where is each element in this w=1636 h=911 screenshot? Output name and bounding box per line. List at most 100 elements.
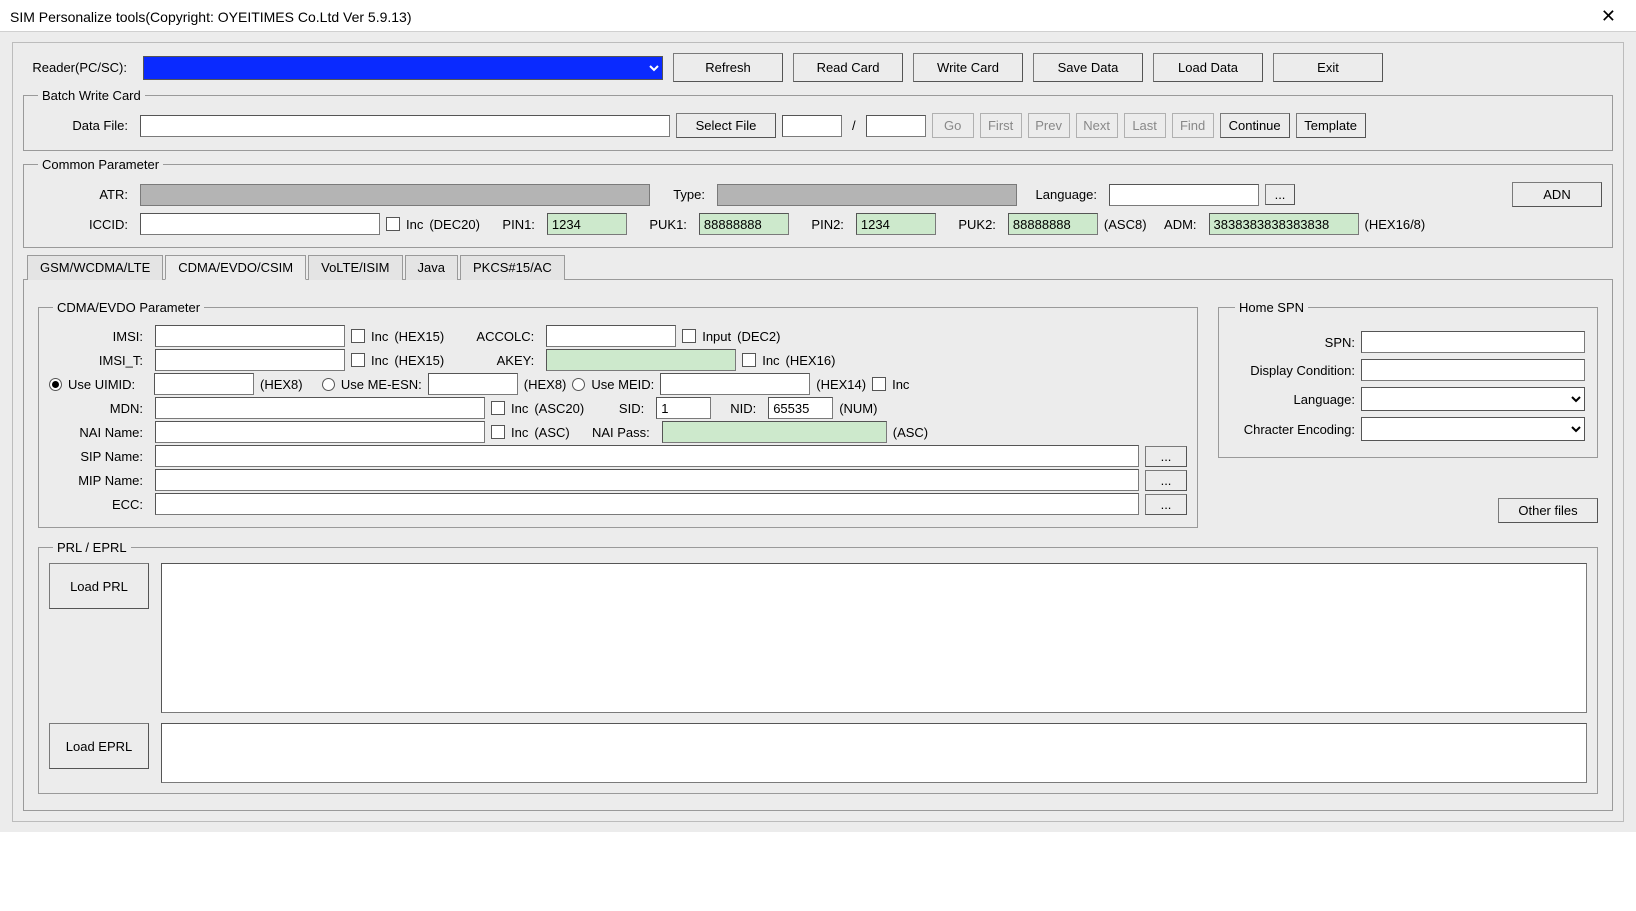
go-button[interactable]: Go <box>932 113 974 138</box>
batch-slash: / <box>848 118 860 133</box>
imsi-inc-label: Inc <box>371 329 388 344</box>
exit-button[interactable]: Exit <box>1273 53 1383 82</box>
refresh-button[interactable]: Refresh <box>673 53 783 82</box>
imsi-t-input[interactable] <box>155 349 345 371</box>
puk1-input[interactable] <box>699 213 789 235</box>
adm-input[interactable] <box>1209 213 1359 235</box>
nai-inc-checkbox[interactable] <box>491 425 505 439</box>
tab-gsm[interactable]: GSM/WCDMA/LTE <box>27 255 163 280</box>
read-card-button[interactable]: Read Card <box>793 53 903 82</box>
sip-name-input[interactable] <box>155 445 1139 467</box>
nid-input[interactable] <box>768 397 833 419</box>
batch-total-input[interactable] <box>866 115 926 137</box>
language-browse-button[interactable]: ... <box>1265 184 1295 205</box>
nai-pass-label: NAI Pass: <box>576 425 656 440</box>
close-icon[interactable]: ✕ <box>1591 6 1626 27</box>
imsi-t-label: IMSI_T: <box>49 353 149 368</box>
imsi-t-inc-checkbox[interactable] <box>351 353 365 367</box>
home-language-select[interactable] <box>1361 387 1585 411</box>
hex168-hint: (HEX16/8) <box>1365 217 1426 232</box>
adn-button[interactable]: ADN <box>1512 182 1602 207</box>
display-cond-input[interactable] <box>1361 359 1585 381</box>
sip-name-label: SIP Name: <box>49 449 149 464</box>
use-uimid-radio[interactable] <box>49 378 62 391</box>
batch-legend: Batch Write Card <box>38 88 145 103</box>
akey-label: AKEY: <box>450 353 540 368</box>
nai-pass-input[interactable] <box>662 421 887 443</box>
puk2-input[interactable] <box>1008 213 1098 235</box>
mip-name-label: MIP Name: <box>49 473 149 488</box>
akey-input[interactable] <box>546 349 736 371</box>
load-eprl-button[interactable]: Load EPRL <box>49 723 149 769</box>
ecc-input[interactable] <box>155 493 1139 515</box>
data-file-input[interactable] <box>140 115 670 137</box>
use-meid-radio[interactable] <box>572 378 585 391</box>
adm-label: ADM: <box>1153 217 1203 232</box>
spn-input[interactable] <box>1361 331 1585 353</box>
last-button[interactable]: Last <box>1124 113 1166 138</box>
template-button[interactable]: Template <box>1296 113 1366 138</box>
find-button[interactable]: Find <box>1172 113 1214 138</box>
load-data-button[interactable]: Load Data <box>1153 53 1263 82</box>
write-card-button[interactable]: Write Card <box>913 53 1023 82</box>
imsi-t-inc-label: Inc <box>371 353 388 368</box>
imsi-inc-checkbox[interactable] <box>351 329 365 343</box>
mdn-asc20: (ASC20) <box>534 401 584 416</box>
accolc-label: ACCOLC: <box>450 329 540 344</box>
tab-pkcs[interactable]: PKCS#15/AC <box>460 255 565 280</box>
mip-browse-button[interactable]: ... <box>1145 470 1187 491</box>
next-button[interactable]: Next <box>1076 113 1118 138</box>
nid-num: (NUM) <box>839 401 877 416</box>
tabs: GSM/WCDMA/LTE CDMA/EVDO/CSIM VoLTE/ISIM … <box>23 254 1613 280</box>
other-files-button[interactable]: Other files <box>1498 498 1598 523</box>
iccid-inc-checkbox[interactable] <box>386 217 400 231</box>
language-field[interactable] <box>1109 184 1259 206</box>
akey-inc-checkbox[interactable] <box>742 353 756 367</box>
mdn-inc-checkbox[interactable] <box>491 401 505 415</box>
sip-browse-button[interactable]: ... <box>1145 446 1187 467</box>
meid-inc-checkbox[interactable] <box>872 377 886 391</box>
load-prl-button[interactable]: Load PRL <box>49 563 149 609</box>
uimid-hex8: (HEX8) <box>260 377 303 392</box>
spn-label: SPN: <box>1231 335 1361 350</box>
ecc-browse-button[interactable]: ... <box>1145 494 1187 515</box>
uimid-input[interactable] <box>154 373 254 395</box>
imsi-hex15: (HEX15) <box>394 329 444 344</box>
iccid-inc-label: Inc <box>406 217 423 232</box>
batch-index-input[interactable] <box>782 115 842 137</box>
first-button[interactable]: First <box>980 113 1022 138</box>
use-meid-label: Use MEID: <box>591 377 654 392</box>
select-file-button[interactable]: Select File <box>676 113 776 138</box>
tab-java[interactable]: Java <box>405 255 458 280</box>
nid-label: NID: <box>717 401 762 416</box>
continue-button[interactable]: Continue <box>1220 113 1290 138</box>
nai-name-input[interactable] <box>155 421 485 443</box>
pin1-input[interactable] <box>547 213 627 235</box>
cdma-evdo-group: CDMA/EVDO Parameter IMSI: Inc (HEX15) AC… <box>38 300 1198 528</box>
common-parameter-group: Common Parameter ATR: Type: Language: ..… <box>23 157 1613 248</box>
reader-select[interactable] <box>143 56 663 80</box>
use-me-esn-radio[interactable] <box>322 378 335 391</box>
iccid-label: ICCID: <box>34 217 134 232</box>
mdn-input[interactable] <box>155 397 485 419</box>
prl-textarea[interactable] <box>161 563 1587 713</box>
reader-label: Reader(PC/SC): <box>23 60 133 75</box>
mip-name-input[interactable] <box>155 469 1139 491</box>
save-data-button[interactable]: Save Data <box>1033 53 1143 82</box>
prev-button[interactable]: Prev <box>1028 113 1070 138</box>
tab-volte[interactable]: VoLTE/ISIM <box>308 255 402 280</box>
char-encoding-select[interactable] <box>1361 417 1585 441</box>
atr-field <box>140 184 650 206</box>
me-esn-input[interactable] <box>428 373 518 395</box>
meid-input[interactable] <box>660 373 810 395</box>
sid-input[interactable] <box>656 397 711 419</box>
accolc-input-checkbox[interactable] <box>682 329 696 343</box>
eprl-textarea[interactable] <box>161 723 1587 783</box>
common-legend: Common Parameter <box>38 157 163 172</box>
imsi-input[interactable] <box>155 325 345 347</box>
accolc-input[interactable] <box>546 325 676 347</box>
mdn-inc-label: Inc <box>511 401 528 416</box>
tab-cdma[interactable]: CDMA/EVDO/CSIM <box>165 255 306 280</box>
pin2-input[interactable] <box>856 213 936 235</box>
iccid-input[interactable] <box>140 213 380 235</box>
